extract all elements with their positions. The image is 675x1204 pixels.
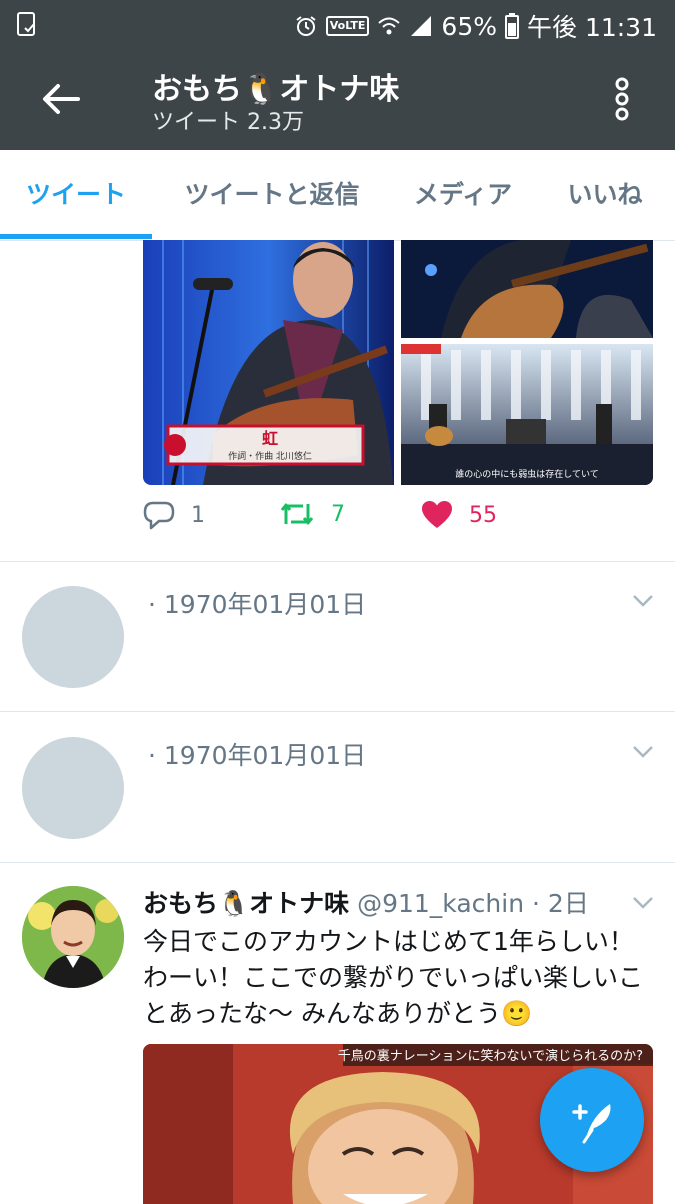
divider bbox=[0, 711, 675, 712]
media-subtitle: 誰の心の中にも弱虫は存在していて bbox=[455, 468, 598, 480]
tweet-author-line: おもち🐧オトナ味 @911_kachin · 2日 bbox=[143, 884, 589, 920]
tab-tweets[interactable]: ツイート bbox=[0, 150, 152, 240]
media-image-1[interactable]: 虹 作詞・作曲 北川悠仁 bbox=[143, 240, 394, 485]
wifi-icon bbox=[378, 17, 401, 35]
heart-icon bbox=[422, 501, 452, 528]
author-handle[interactable]: @911_kachin bbox=[357, 889, 524, 918]
divider bbox=[0, 862, 675, 863]
chevron-down-icon[interactable] bbox=[632, 745, 654, 759]
reply-icon bbox=[143, 501, 175, 530]
profile-name: おもち🐧オトナ味 bbox=[152, 72, 400, 107]
alarm-icon bbox=[296, 16, 316, 36]
media-image-2[interactable] bbox=[401, 240, 653, 338]
battery-percent: 65% bbox=[441, 11, 497, 41]
avatar[interactable] bbox=[22, 886, 124, 988]
media-image-3[interactable]: 誰の心の中にも弱虫は存在していて bbox=[401, 344, 653, 485]
reply-count: 1 bbox=[191, 502, 205, 528]
avatar-placeholder[interactable] bbox=[22, 586, 124, 688]
battery-icon bbox=[505, 13, 519, 39]
photo-caption: 千鳥の裏ナレーションに笑わないで演じられるのか? bbox=[338, 1048, 643, 1064]
tweet-text: 今日でこのアカウントはじめて1年らしい！わーい！ここでの繋がりでいっぱい楽しいこ… bbox=[143, 927, 644, 1028]
overflow-menu-icon[interactable] bbox=[606, 76, 638, 122]
author-name[interactable]: おもち🐧オトナ味 bbox=[143, 889, 349, 918]
like-button[interactable]: 55 bbox=[421, 500, 497, 530]
compose-quill-icon bbox=[572, 1104, 611, 1144]
tweet-date: · 1970年01月01日 bbox=[148, 590, 367, 619]
retweet-icon bbox=[280, 503, 314, 525]
tweet-count: ツイート 2.3万 bbox=[152, 110, 304, 135]
tweet-actions: 1 7 55 bbox=[143, 500, 643, 548]
reply-button[interactable]: 1 bbox=[143, 500, 205, 530]
tab-likes[interactable]: いいね bbox=[550, 150, 660, 240]
like-count: 55 bbox=[469, 502, 497, 528]
active-tab-indicator bbox=[0, 234, 152, 239]
compose-tweet-button[interactable] bbox=[540, 1068, 644, 1172]
status-bar: VoLTE 65% 午後 11:31 bbox=[0, 0, 675, 50]
chevron-down-icon[interactable] bbox=[632, 896, 654, 910]
tab-media[interactable]: メディア bbox=[396, 150, 530, 240]
tweet-time: · 2日 bbox=[532, 889, 589, 918]
signal-icon bbox=[411, 16, 432, 36]
retweet-count: 7 bbox=[331, 501, 345, 527]
profile-tabs: ツイート ツイートと返信 メディア いいね bbox=[0, 150, 675, 241]
back-arrow-icon[interactable] bbox=[38, 78, 84, 120]
clock: 午後 11:31 bbox=[527, 13, 657, 42]
notification-icon bbox=[17, 12, 35, 36]
divider bbox=[0, 561, 675, 562]
tweet-date: · 1970年01月01日 bbox=[148, 741, 367, 770]
media-caption-title: 虹 bbox=[262, 429, 278, 448]
avatar-placeholder[interactable] bbox=[22, 737, 124, 839]
retweet-button[interactable]: 7 bbox=[279, 500, 345, 528]
volte-badge: VoLTE bbox=[325, 16, 370, 36]
chevron-down-icon[interactable] bbox=[632, 594, 654, 608]
tab-tweets-and-replies[interactable]: ツイートと返信 bbox=[162, 150, 382, 240]
profile-header: おもち🐧オトナ味 ツイート 2.3万 bbox=[0, 50, 675, 150]
tweet-media-grid: 虹 作詞・作曲 北川悠仁 誰の心の中にも弱虫は存在していて bbox=[143, 240, 653, 485]
media-caption-credit: 作詞・作曲 北川悠仁 bbox=[228, 450, 312, 462]
